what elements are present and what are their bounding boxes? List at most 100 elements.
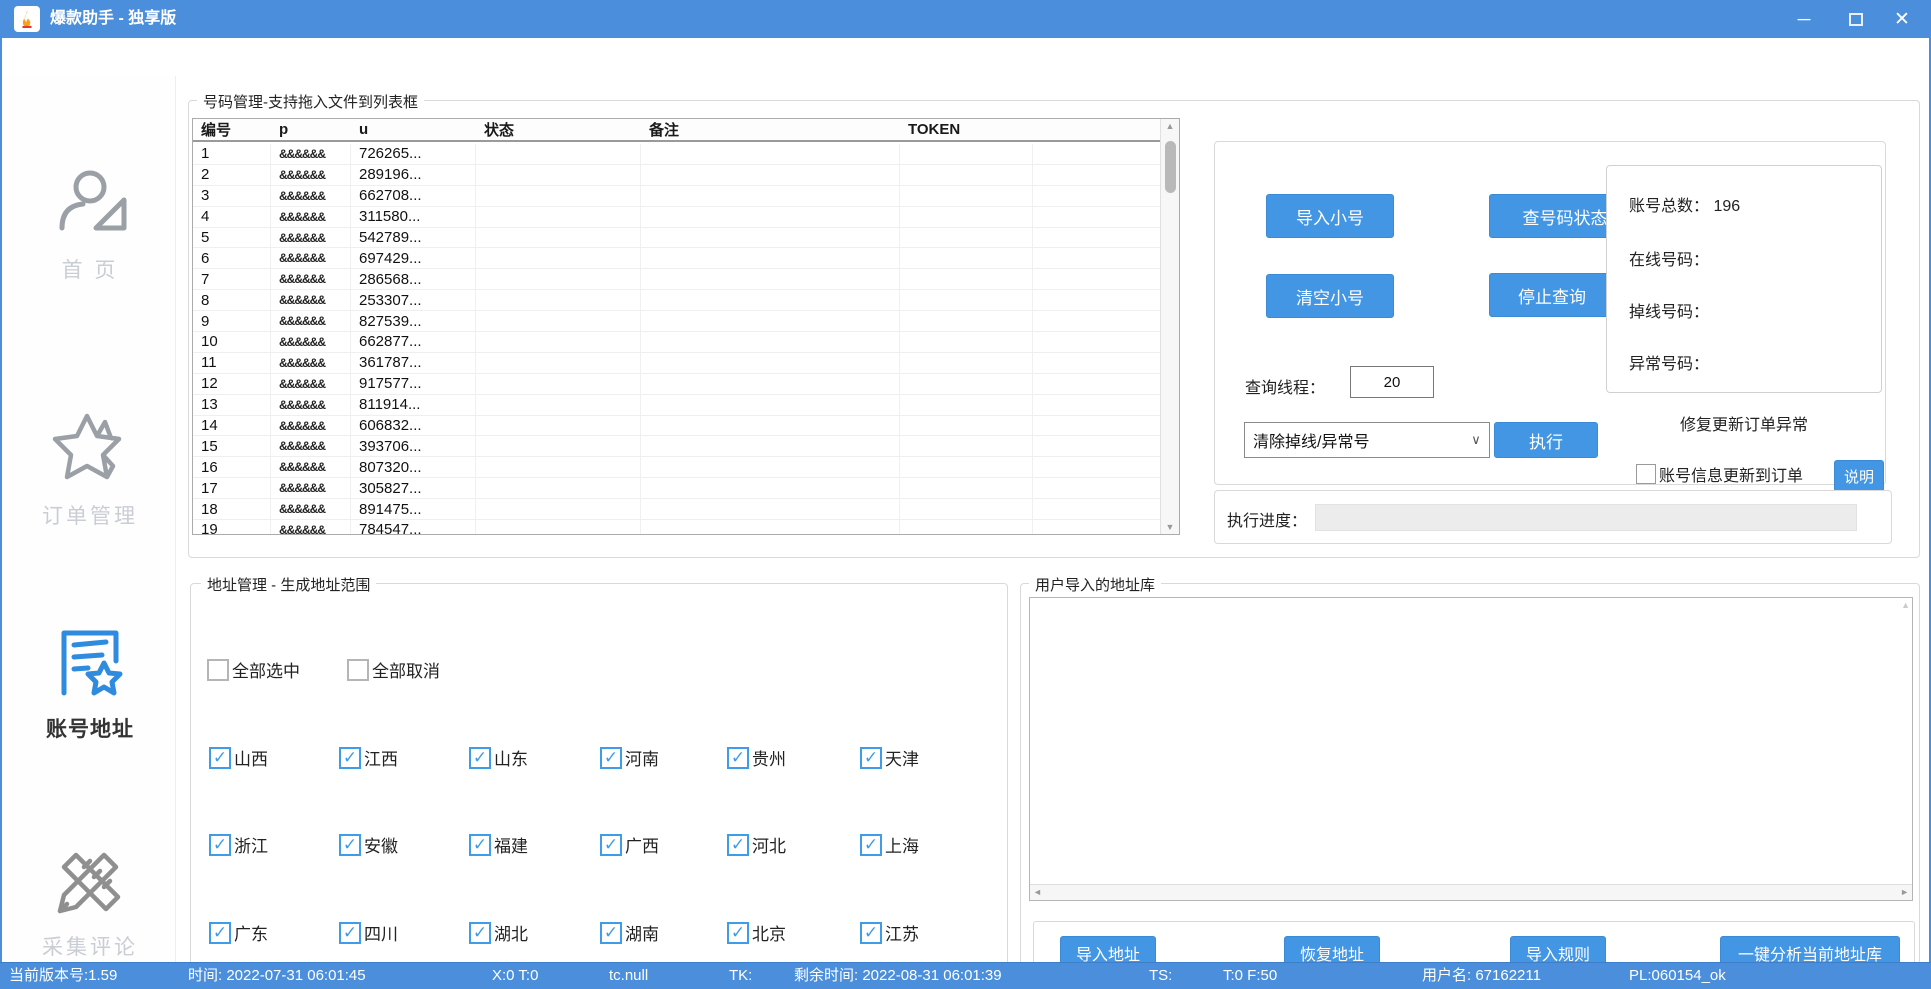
scroll-down-icon[interactable]: ▼ [1161, 522, 1179, 532]
table-row[interactable]: 9&&&&&&827539... [193, 311, 1160, 332]
title-bar[interactable]: 爆款助手 - 独享版 ─ ✕ [0, 0, 1931, 38]
column-header[interactable]: TOKEN [900, 119, 1033, 140]
table-row[interactable]: 16&&&&&&807320... [193, 457, 1160, 478]
table-row[interactable]: 3&&&&&&662708... [193, 186, 1160, 207]
close-button[interactable]: ✕ [1879, 0, 1925, 38]
minimize-button[interactable]: ─ [1781, 0, 1827, 38]
province-label: 河南 [625, 745, 659, 770]
sidebar-item-collect-comments[interactable]: 采集评论 [4, 841, 176, 961]
table-cell [900, 165, 1033, 185]
province-checkbox[interactable]: ✓河北 [727, 832, 786, 857]
table-row[interactable]: 2&&&&&&289196... [193, 165, 1160, 186]
province-checkbox[interactable]: ✓山东 [469, 745, 528, 770]
table-cell: 606832... [351, 416, 476, 436]
table-row[interactable]: 4&&&&&&311580... [193, 207, 1160, 228]
execute-button[interactable]: 执行 [1494, 422, 1598, 458]
table-cell [1033, 186, 1160, 206]
clear-accounts-button[interactable]: 清空小号 [1266, 274, 1394, 318]
deselect-all-checkbox[interactable]: 全部取消 [347, 657, 440, 682]
table-cell: &&&&&& [271, 353, 351, 373]
column-header[interactable]: 编号 [193, 119, 271, 140]
province-checkbox[interactable]: ✓广西 [600, 832, 659, 857]
scroll-up-icon[interactable]: ▲ [1161, 121, 1179, 131]
select-all-checkbox[interactable]: 全部选中 [207, 657, 300, 682]
table-row[interactable]: 13&&&&&&811914... [193, 395, 1160, 416]
table-row[interactable]: 19&&&&&&784547... [193, 520, 1160, 534]
table-cell: 14 [193, 416, 271, 436]
checkbox-icon: ✓ [727, 834, 749, 856]
column-header[interactable]: p [271, 119, 351, 140]
table-row[interactable]: 17&&&&&&305827... [193, 478, 1160, 499]
table-cell [900, 207, 1033, 227]
province-checkbox[interactable]: ✓贵州 [727, 745, 786, 770]
scrollbar-thumb[interactable] [1165, 141, 1176, 193]
province-checkbox[interactable]: ✓江苏 [860, 920, 919, 945]
import-accounts-button[interactable]: 导入小号 [1266, 194, 1394, 238]
province-checkbox[interactable]: ✓北京 [727, 920, 786, 945]
province-label: 江苏 [885, 920, 919, 945]
province-checkbox[interactable]: ✓四川 [339, 920, 398, 945]
scroll-right-icon[interactable]: ► [1900, 887, 1909, 897]
province-label: 福建 [494, 832, 528, 857]
table-header: 编号pu状态备注TOKEN [193, 119, 1160, 142]
explain-button[interactable]: 说明 [1834, 460, 1884, 492]
table-cell: 807320... [351, 457, 476, 477]
column-header[interactable]: 状态 [476, 119, 641, 140]
status-item: X:0 T:0 [492, 963, 538, 989]
province-checkbox[interactable]: ✓浙江 [209, 832, 268, 857]
checkbox-icon: ✓ [600, 834, 622, 856]
table-row[interactable]: 8&&&&&&253307... [193, 290, 1160, 311]
table-row[interactable]: 1&&&&&&726265... [193, 144, 1160, 165]
maximize-button[interactable] [1833, 0, 1879, 38]
province-label: 河北 [752, 832, 786, 857]
stop-query-button[interactable]: 停止查询 [1489, 273, 1615, 317]
province-checkbox[interactable]: ✓山西 [209, 745, 268, 770]
table-scrollbar[interactable]: ▲ ▼ [1160, 119, 1179, 534]
table-cell [900, 311, 1033, 331]
table-row[interactable]: 12&&&&&&917577... [193, 374, 1160, 395]
progress-group: 执行进度： [1214, 490, 1892, 544]
table-cell [476, 290, 641, 310]
address-library-textarea[interactable]: ▲ ◄ ► [1029, 597, 1913, 901]
table-row[interactable]: 11&&&&&&361787... [193, 353, 1160, 374]
update-order-checkbox[interactable]: 账号信息更新到订单 [1636, 462, 1803, 486]
province-checkbox[interactable]: ✓江西 [339, 745, 398, 770]
province-checkbox[interactable]: ✓湖南 [600, 920, 659, 945]
check-icon: ✓ [473, 749, 487, 766]
query-threads-input[interactable] [1350, 366, 1434, 398]
column-header[interactable]: 备注 [641, 119, 900, 140]
action-dropdown[interactable]: 清除掉线/异常号 ∨ [1244, 422, 1490, 458]
province-checkbox[interactable]: ✓湖北 [469, 920, 528, 945]
table-row[interactable]: 14&&&&&&606832... [193, 416, 1160, 437]
province-checkbox[interactable]: ✓上海 [860, 832, 919, 857]
document-star-icon [50, 623, 130, 703]
table-cell [1033, 436, 1160, 456]
table-cell [641, 353, 900, 373]
table-cell [641, 457, 900, 477]
column-header[interactable] [1033, 119, 1163, 140]
province-checkbox[interactable]: ✓河南 [600, 745, 659, 770]
sidebar-item-label: 订单管理 [4, 500, 176, 530]
table-cell [1033, 478, 1160, 498]
horizontal-scrollbar[interactable]: ◄ ► [1030, 884, 1912, 900]
sidebar-item-home[interactable]: 首 页 [4, 164, 176, 284]
table-row[interactable]: 10&&&&&&662877... [193, 332, 1160, 353]
table-cell [900, 269, 1033, 289]
scroll-left-icon[interactable]: ◄ [1033, 887, 1042, 897]
sidebar-item-account-address[interactable]: 账号地址 [4, 623, 176, 743]
table-cell [900, 395, 1033, 415]
table-row[interactable]: 6&&&&&&697429... [193, 248, 1160, 269]
province-checkbox[interactable]: ✓广东 [209, 920, 268, 945]
table-row[interactable]: 7&&&&&&286568... [193, 269, 1160, 290]
table-row[interactable]: 15&&&&&&393706... [193, 436, 1160, 457]
province-checkbox[interactable]: ✓安徽 [339, 832, 398, 857]
table-row[interactable]: 5&&&&&&542789... [193, 228, 1160, 249]
table-cell: 253307... [351, 290, 476, 310]
province-checkbox[interactable]: ✓天津 [860, 745, 919, 770]
sidebar-item-orders[interactable]: 订单管理 [4, 408, 176, 530]
province-checkbox[interactable]: ✓福建 [469, 832, 528, 857]
table-cell: 5 [193, 228, 271, 248]
column-header[interactable]: u [351, 119, 476, 140]
table-cell: &&&&&& [271, 290, 351, 310]
table-row[interactable]: 18&&&&&&891475... [193, 499, 1160, 520]
